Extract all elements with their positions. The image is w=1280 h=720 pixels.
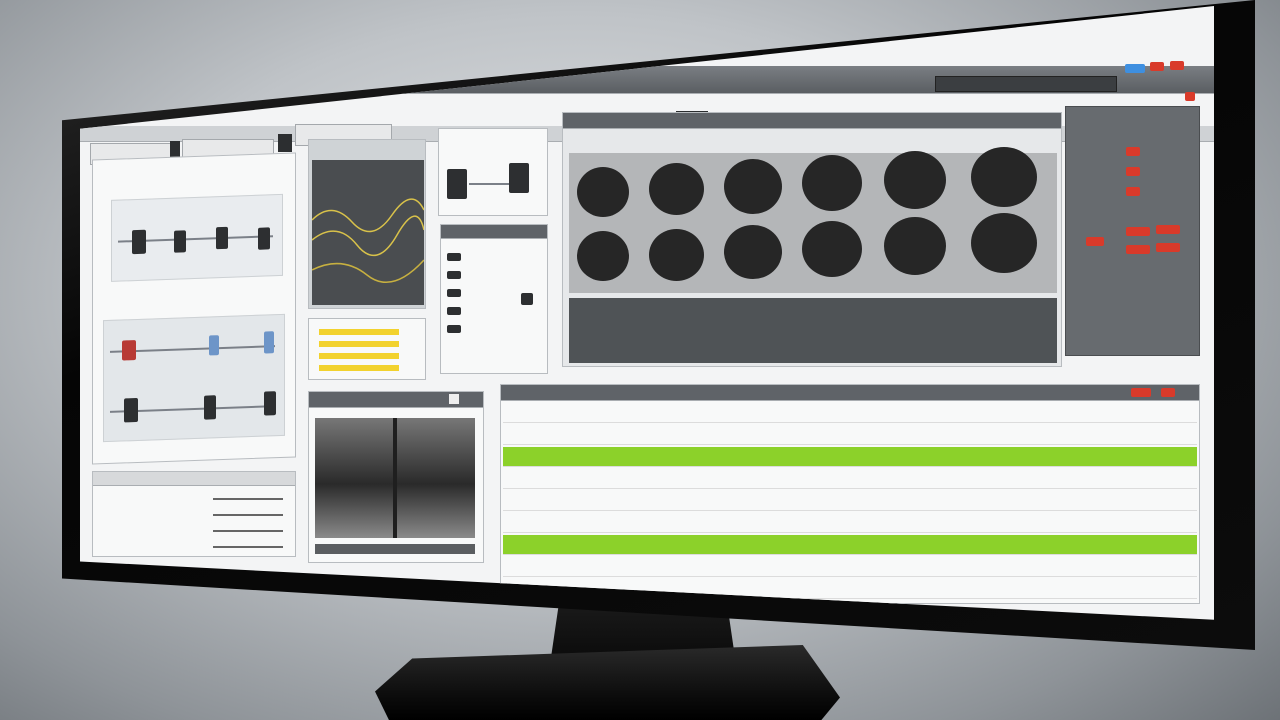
window-control-red-2[interactable] — [1170, 61, 1184, 70]
status-indicator-red — [1126, 227, 1150, 236]
table-body — [503, 403, 1197, 603]
monitor-screen — [80, 6, 1214, 620]
circle-cell[interactable] — [577, 231, 629, 281]
status-indicator-red — [1126, 245, 1150, 254]
monitor-stand-base — [375, 645, 840, 720]
video-panel — [308, 391, 484, 563]
circle-cell[interactable] — [649, 229, 704, 281]
diagram-block — [258, 227, 270, 250]
table-row[interactable] — [503, 535, 1197, 555]
yellow-bar — [319, 329, 399, 335]
data-readout-grid — [569, 298, 1057, 363]
circle-panel-header — [563, 113, 1061, 129]
status-indicator-red — [1126, 167, 1140, 176]
circle-panel — [562, 112, 1062, 367]
diagram-block — [174, 230, 186, 253]
window-control-red[interactable] — [1150, 62, 1164, 71]
yellow-bar-panel — [308, 318, 426, 380]
status-indicator-red — [1126, 147, 1140, 156]
slider-track[interactable] — [213, 546, 283, 548]
list-panel-header — [441, 225, 547, 239]
search-field[interactable] — [935, 76, 1117, 92]
list-item-marker[interactable] — [447, 307, 461, 315]
table-action-red[interactable] — [1131, 388, 1151, 397]
slider-track[interactable] — [213, 530, 283, 532]
diagram-block — [132, 229, 146, 255]
circle-cell[interactable] — [724, 225, 782, 279]
status-indicator-red — [1156, 243, 1180, 252]
red-marker — [122, 340, 136, 361]
tab-icon-2[interactable] — [278, 134, 292, 152]
waveform-chart — [312, 160, 424, 305]
component-cylinder — [509, 163, 529, 193]
circle-cell[interactable] — [971, 213, 1037, 273]
left-bottom-panel-header — [93, 472, 295, 486]
close-icon[interactable] — [1185, 92, 1195, 101]
circle-cell[interactable] — [884, 151, 946, 209]
pin-icon[interactable] — [449, 394, 459, 404]
yellow-bar — [319, 365, 399, 371]
table-panel-header — [501, 385, 1199, 401]
circle-cell[interactable] — [649, 163, 704, 215]
left-bottom-panel — [92, 471, 296, 557]
yellow-bar — [319, 341, 399, 347]
window-control-blue[interactable] — [1125, 64, 1145, 73]
table-row[interactable] — [503, 557, 1197, 577]
status-indicator-red — [1126, 187, 1140, 196]
circle-cell[interactable] — [884, 217, 946, 275]
list-panel — [440, 224, 548, 374]
table-row[interactable] — [503, 403, 1197, 423]
status-indicator-red — [1086, 237, 1104, 246]
table-row[interactable] — [503, 513, 1197, 533]
circle-cell[interactable] — [802, 221, 862, 277]
diagram-box-2 — [103, 313, 285, 443]
circle-cell[interactable] — [802, 155, 862, 211]
video-divider — [393, 418, 397, 538]
list-item-marker[interactable] — [447, 253, 461, 261]
circle-cell[interactable] — [577, 167, 629, 217]
table-row[interactable] — [503, 491, 1197, 511]
table-row[interactable] — [503, 425, 1197, 445]
component-cylinder — [447, 169, 467, 199]
yellow-bar — [319, 353, 399, 359]
side-control-strip — [1065, 106, 1200, 356]
table-row[interactable] — [503, 469, 1197, 489]
diagram-block — [216, 226, 228, 250]
list-item-marker[interactable] — [521, 293, 533, 305]
video-viewport — [315, 418, 475, 538]
wave-line-1 — [312, 198, 424, 233]
table-action-red[interactable] — [1161, 388, 1175, 397]
list-item-marker[interactable] — [447, 289, 461, 297]
diagram-block — [264, 391, 276, 416]
diagram-box-1 — [111, 193, 283, 282]
component-panel — [438, 128, 548, 216]
list-item-marker[interactable] — [447, 325, 461, 333]
list-item-marker[interactable] — [447, 271, 461, 279]
playback-bar[interactable] — [315, 544, 475, 554]
status-indicator-red — [1156, 225, 1180, 234]
circle-grid — [569, 147, 1057, 293]
blue-marker — [264, 331, 274, 354]
circle-cell[interactable] — [724, 159, 782, 214]
slider-track[interactable] — [213, 498, 283, 500]
circle-cell[interactable] — [971, 147, 1037, 207]
blue-marker — [209, 335, 219, 356]
wave-line-3 — [312, 259, 424, 283]
table-panel — [500, 384, 1200, 604]
left-top-panel — [92, 152, 296, 465]
table-row[interactable] — [503, 447, 1197, 467]
diagram-block — [124, 397, 138, 423]
slider-track[interactable] — [213, 514, 283, 516]
diagram-block — [204, 395, 216, 420]
chart-panel — [308, 139, 426, 309]
wave-line-2 — [312, 215, 424, 257]
